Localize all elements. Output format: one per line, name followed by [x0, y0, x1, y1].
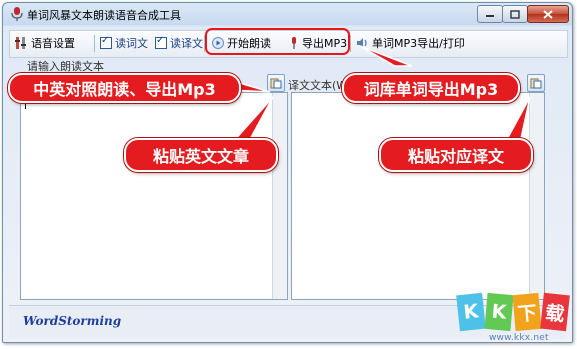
callout-cn-en-export: 中英对照朗读、导出Mp3	[8, 73, 241, 103]
callout-paste-english: 粘贴英文文章	[124, 138, 278, 172]
watermark-url: www.kkx.net	[489, 333, 549, 343]
callout-tail-paste-english	[230, 96, 274, 144]
callout-word-export: 词库单词导出Mp3	[342, 73, 520, 103]
watermark-letter: K	[456, 292, 486, 332]
callout-tail-paste-translation	[503, 96, 531, 144]
callout-tail-word-export	[359, 45, 413, 67]
watermark-letter: 载	[540, 292, 570, 332]
callout-paste-translation: 粘贴对应译文	[379, 138, 533, 172]
watermark-letter: K	[484, 292, 514, 332]
watermark-letter: 下	[512, 292, 542, 332]
